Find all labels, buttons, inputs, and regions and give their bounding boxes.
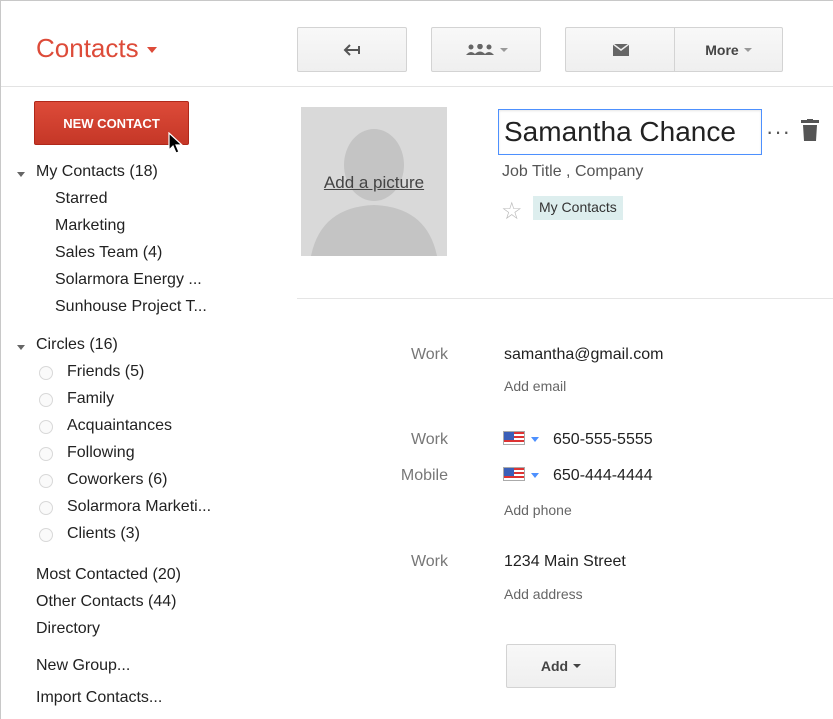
back-button[interactable] (297, 27, 407, 72)
phone-type-label-work[interactable]: Work (358, 431, 448, 449)
nav-group-sales-team[interactable]: Sales Team (4) (55, 244, 162, 262)
email-button[interactable] (565, 27, 675, 72)
groups-button[interactable] (431, 27, 541, 72)
expand-triangle-icon[interactable] (17, 345, 25, 350)
expand-triangle-icon[interactable] (17, 172, 25, 177)
app-title-dropdown[interactable]: Contacts (36, 33, 157, 64)
contact-name-input[interactable] (498, 109, 762, 155)
company-field[interactable]: Company (575, 163, 643, 180)
app-title-label: Contacts (36, 33, 139, 63)
phone-value-work[interactable]: 650-555-5555 (553, 431, 653, 449)
chevron-down-icon[interactable] (531, 437, 539, 442)
separator: , (566, 163, 575, 180)
nav-circle-acquaintances[interactable]: Acquaintances (67, 417, 172, 435)
nav-circle-family[interactable]: Family (67, 390, 114, 408)
nav-group-starred[interactable]: Starred (55, 190, 107, 208)
new-contact-button[interactable]: NEW CONTACT (34, 101, 189, 145)
add-picture-link[interactable]: Add a picture (301, 173, 447, 193)
phone-type-label-mobile[interactable]: Mobile (358, 467, 448, 485)
new-group-link[interactable]: New Group... (36, 657, 130, 675)
nav-circle-following[interactable]: Following (67, 444, 135, 462)
chevron-down-icon (743, 47, 752, 52)
contacts-window: Contacts More NEW CONTACT My Contacts (1… (0, 0, 833, 719)
circle-icon (39, 528, 53, 542)
mail-icon (612, 43, 629, 56)
nav-group-solarmora-energy[interactable]: Solarmora Energy ... (55, 271, 202, 289)
nav-group-marketing[interactable]: Marketing (55, 217, 125, 235)
people-icon (465, 43, 494, 55)
chevron-down-icon[interactable] (531, 473, 539, 478)
phone-value-mobile[interactable]: 650-444-4444 (553, 467, 653, 485)
circle-icon (39, 501, 53, 515)
circle-icon (39, 366, 53, 380)
more-button[interactable]: More (674, 27, 783, 72)
nav-group-sunhouse-project[interactable]: Sunhouse Project T... (55, 298, 207, 316)
more-label: More (705, 41, 739, 58)
nav-other-contacts[interactable]: Other Contacts (44) (36, 593, 177, 611)
back-arrow-icon (343, 43, 360, 56)
email-value[interactable]: samantha@gmail.com (504, 346, 663, 364)
nav-most-contacted[interactable]: Most Contacted (20) (36, 566, 181, 584)
add-email-link[interactable]: Add email (504, 378, 566, 394)
star-icon[interactable]: ☆ (501, 197, 523, 226)
app-header: Contacts More (1, 1, 833, 87)
add-field-button[interactable]: Add (506, 644, 616, 688)
import-contacts-link[interactable]: Import Contacts... (36, 689, 162, 707)
job-company-line: Job Title , Company (502, 163, 643, 181)
add-phone-link[interactable]: Add phone (504, 502, 572, 518)
nav-my-contacts[interactable]: My Contacts (18) (36, 163, 158, 181)
add-field-label: Add (540, 658, 569, 674)
nav-circle-friends[interactable]: Friends (5) (67, 363, 144, 381)
nav-circle-solarmora-marketing[interactable]: Solarmora Marketi... (67, 498, 211, 516)
address-value[interactable]: 1234 Main Street (504, 553, 626, 571)
new-contact-label: NEW CONTACT (63, 115, 160, 131)
nav-circle-coworkers[interactable]: Coworkers (6) (67, 471, 167, 489)
nav-directory[interactable]: Directory (36, 620, 100, 638)
email-type-label[interactable]: Work (358, 346, 448, 364)
contact-photo[interactable]: Add a picture (301, 107, 447, 256)
group-chip[interactable]: My Contacts (533, 196, 623, 220)
us-flag-icon[interactable] (503, 467, 525, 481)
us-flag-icon[interactable] (503, 431, 525, 445)
add-address-link[interactable]: Add address (504, 586, 583, 602)
circle-icon (39, 447, 53, 461)
nav-circles[interactable]: Circles (16) (36, 336, 118, 354)
trash-icon[interactable] (801, 119, 819, 141)
chevron-down-icon (499, 47, 508, 52)
address-type-label[interactable]: Work (358, 553, 448, 571)
divider (297, 298, 833, 299)
circle-icon (39, 420, 53, 434)
mouse-cursor-icon (168, 132, 184, 154)
chevron-down-icon (146, 47, 157, 54)
circle-icon (39, 474, 53, 488)
nav-circle-clients[interactable]: Clients (3) (67, 525, 140, 543)
more-options-icon[interactable]: ··· (766, 119, 791, 145)
circle-icon (39, 393, 53, 407)
job-title-field[interactable]: Job Title (502, 163, 562, 180)
chevron-down-icon (573, 664, 582, 668)
